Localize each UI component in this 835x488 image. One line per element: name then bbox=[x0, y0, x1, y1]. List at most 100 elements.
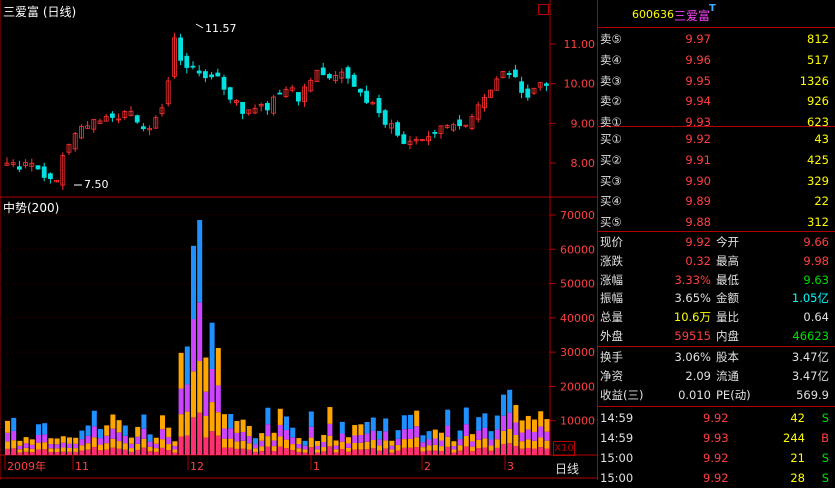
volume-bar-segment bbox=[11, 440, 17, 449]
volume-bar-segment bbox=[79, 450, 85, 455]
volume-bar-segment bbox=[23, 437, 29, 444]
trade-row: 14:59 9.92 42 S bbox=[598, 408, 835, 428]
volume-bar-segment bbox=[271, 440, 277, 447]
volume-bar-segment bbox=[302, 440, 308, 446]
quote-label: 涨跌 bbox=[600, 253, 623, 268]
volume-bar-segment bbox=[451, 446, 457, 450]
volume-bar-segment bbox=[513, 435, 519, 447]
candle-body bbox=[320, 67, 326, 76]
maximize-icon[interactable] bbox=[538, 4, 549, 15]
volume-bar-segment bbox=[203, 391, 209, 417]
volume-bar-segment bbox=[259, 433, 265, 441]
volume-bar-segment bbox=[401, 415, 407, 430]
candle-body bbox=[345, 67, 351, 79]
kline-chart-area[interactable]: 11.00 10.00 9.00 8.00 70000 60000 50000 40000 30… bbox=[0, 0, 597, 480]
volume-bar-segment bbox=[519, 441, 525, 449]
trade-side: S bbox=[821, 471, 829, 485]
candle-body bbox=[351, 74, 357, 87]
kline-chart-svg[interactable]: 11.00 10.00 9.00 8.00 70000 60000 50000 40000 30… bbox=[0, 0, 597, 480]
volume-bar-segment bbox=[538, 426, 544, 438]
volume-bar-segment bbox=[420, 447, 426, 452]
volume-bar-segment bbox=[408, 428, 413, 439]
volume-bar-segment bbox=[290, 450, 296, 455]
time-axis-label: 11 bbox=[75, 460, 89, 473]
volume-bar-segment bbox=[36, 442, 41, 450]
volume-bar-segment bbox=[315, 452, 320, 455]
volume-bar-segment bbox=[184, 346, 190, 385]
candle-body bbox=[513, 69, 518, 78]
fundamental-label: 换手 bbox=[600, 350, 623, 364]
volume-bar-segment bbox=[339, 441, 345, 450]
trade-side: S bbox=[821, 411, 829, 425]
volume-bar-segment bbox=[253, 438, 258, 445]
volume-bar-segment bbox=[463, 407, 469, 425]
candle-body bbox=[35, 165, 41, 170]
stock-name: 三爱富 bbox=[674, 9, 711, 23]
volume-bar-segment bbox=[333, 440, 339, 446]
sell-row: 卖④ 9.96 517 bbox=[598, 50, 835, 71]
volume-bar-segment bbox=[519, 432, 525, 442]
volume-bar-segment bbox=[426, 431, 432, 440]
sell-price: 9.96 bbox=[685, 52, 711, 67]
volume-bar-segment bbox=[383, 448, 389, 455]
volume-bar-segment bbox=[451, 441, 457, 447]
volume-bar-segment bbox=[166, 437, 172, 445]
volume-bar-segment bbox=[234, 441, 240, 449]
volume-bar-segment bbox=[160, 447, 165, 455]
stock-tag: T bbox=[709, 3, 716, 14]
volume-bar-segment bbox=[73, 437, 79, 444]
volume-bar-segment bbox=[439, 446, 444, 451]
volume-bar-segment bbox=[370, 448, 376, 455]
volume-bar-segment bbox=[135, 443, 141, 450]
volume-bar-segment bbox=[426, 445, 432, 451]
volume-bar-segment bbox=[197, 302, 203, 362]
fundamental-value: 569.9 bbox=[796, 388, 829, 402]
sell-label: 卖② bbox=[600, 94, 622, 109]
buy-volume: 43 bbox=[814, 132, 829, 146]
volume-bar-segment bbox=[327, 423, 333, 436]
time-axis-label: 3 bbox=[507, 460, 514, 473]
volume-bar-segment bbox=[135, 426, 141, 437]
volume-bar-segment bbox=[327, 407, 333, 424]
fundamentals: 换手 3.06% 股本 3.47亿 净资 2.09 流通 3.47亿 收益(三) 0.010 PE(… bbox=[598, 347, 835, 407]
volume-bar-segment bbox=[11, 417, 17, 431]
volume-bar-segment bbox=[501, 394, 506, 416]
volume-bar-segment bbox=[79, 439, 85, 446]
volume-bar-segment bbox=[308, 437, 314, 448]
volume-bar-segment bbox=[259, 446, 265, 452]
buy-label: 买⑤ bbox=[600, 215, 622, 230]
volume-bar-segment bbox=[67, 447, 72, 452]
volume-bar-segment bbox=[339, 421, 345, 434]
volume-bar-segment bbox=[104, 425, 110, 436]
sell-order-book: 卖⑤ 9.97 812 卖④ 9.96 517 卖③ 9.95 1326 卖② 9.94 926 卖① 9… bbox=[598, 28, 835, 129]
volume-bar-segment bbox=[104, 435, 110, 444]
trade-side: B bbox=[821, 431, 829, 445]
volume-bar-segment bbox=[296, 438, 302, 444]
buy-price: 9.88 bbox=[685, 215, 711, 230]
volume-bar-segment bbox=[54, 452, 60, 455]
volume-axis-label: 40000 bbox=[560, 312, 595, 325]
sell-price: 9.95 bbox=[685, 73, 711, 88]
candle-body bbox=[506, 72, 512, 75]
volume-bar-segment bbox=[383, 440, 389, 449]
volume-bar-segment bbox=[98, 450, 103, 455]
volume-bar-segment bbox=[302, 445, 308, 450]
time-axis-label: 2009年 bbox=[7, 459, 46, 473]
period-button[interactable]: 日线 bbox=[555, 460, 579, 477]
buy-order-book: 买① 9.92 43 买② 9.91 425 买③ 9.90 329 买④ 9.89 22 买⑤ 9.88… bbox=[598, 127, 835, 232]
volume-bar-segment bbox=[538, 411, 544, 427]
sell-label: 卖④ bbox=[600, 52, 622, 67]
volume-bar-segment bbox=[346, 447, 351, 452]
quote-row: 涨跌 0.32 最高 9.98 bbox=[598, 252, 835, 271]
volume-bar-segment bbox=[414, 447, 420, 455]
price-axis-label: 10.00 bbox=[564, 78, 596, 91]
sell-volume: 517 bbox=[807, 52, 829, 67]
volume-bar-segment bbox=[166, 450, 172, 455]
volume-axis-label: 20000 bbox=[560, 380, 595, 393]
volume-bar-segment bbox=[513, 422, 519, 436]
volume-bar-segment bbox=[17, 440, 23, 446]
scale-toggle-button[interactable]: X10 bbox=[553, 441, 575, 456]
volume-bar-segment bbox=[445, 425, 451, 437]
trade-price: 9.92 bbox=[703, 411, 729, 425]
volume-bar-segment bbox=[98, 429, 103, 439]
